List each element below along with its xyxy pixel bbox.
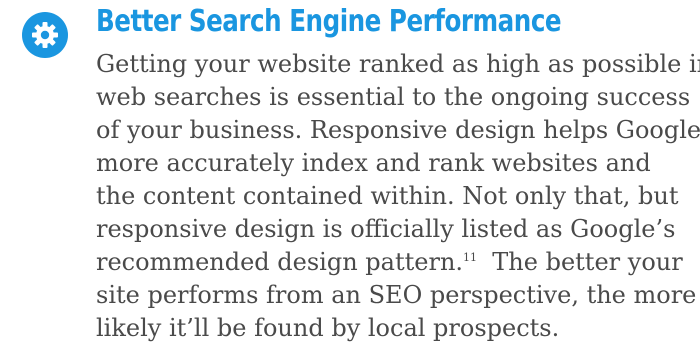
paragraph-line: site performs from an SEO perspective, t… xyxy=(96,281,697,309)
paragraph-line: likely it’ll be found by local prospects… xyxy=(96,314,560,342)
paragraph-line: of your business. Responsive design help… xyxy=(96,116,700,144)
paragraph-line: the content contained within. Not only t… xyxy=(96,182,679,210)
gear-icon xyxy=(32,22,58,48)
footnote-reference: 11 xyxy=(463,251,478,264)
paragraph-text: The better your xyxy=(492,248,683,276)
paragraph-line: Getting your website ranked as high as p… xyxy=(96,50,700,78)
paragraph-line: responsive design is officially listed a… xyxy=(96,215,676,243)
section-paragraph: Getting your website ranked as high as p… xyxy=(96,48,700,345)
gear-icon-badge xyxy=(22,12,68,58)
paragraph-line: more accurately index and rank websites … xyxy=(96,149,651,177)
paragraph-line: web searches is essential to the ongoing… xyxy=(96,83,691,111)
section-heading: Better Search Engine Performance xyxy=(96,4,562,39)
paragraph-line-with-footnote: recommended design pattern.11 The better… xyxy=(96,246,696,279)
paragraph-text: recommended design pattern. xyxy=(96,248,464,276)
